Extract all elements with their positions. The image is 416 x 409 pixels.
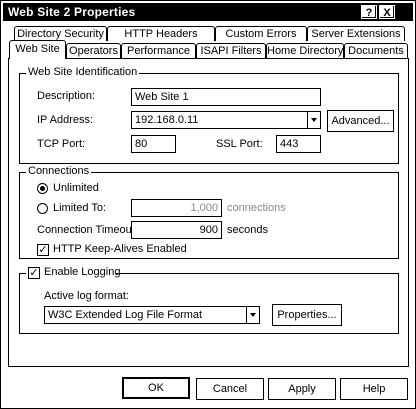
keepalive-label: HTTP Keep-Alives Enabled	[53, 243, 187, 255]
ssl-port-input[interactable]: 443	[276, 135, 321, 153]
ip-dropdown-arrow[interactable]	[307, 112, 320, 128]
close-title-button[interactable]: X	[379, 5, 395, 19]
identification-group: Web Site Identification Description: Web…	[19, 66, 399, 164]
cancel-button[interactable]: Cancel	[196, 378, 264, 400]
timeout-unit-label: seconds	[227, 224, 268, 236]
chevron-down-icon	[250, 313, 256, 317]
tab-web-site[interactable]: Web Site	[9, 40, 66, 59]
web-site-tab-page: Web Site Identification Description: Web…	[8, 58, 409, 367]
help-button[interactable]: Help	[340, 378, 408, 400]
ssl-port-label: SSL Port:	[216, 138, 263, 150]
advanced-button[interactable]: Advanced...	[327, 110, 394, 132]
tcp-port-label: TCP Port:	[37, 138, 86, 150]
ip-address-value: 192.168.0.11	[135, 114, 199, 126]
log-format-value: W3C Extended Log File Format	[48, 309, 203, 321]
description-label: Description:	[37, 90, 96, 102]
ip-address-label: IP Address:	[37, 114, 94, 126]
help-title-button[interactable]: ?	[361, 5, 377, 19]
enable-logging-header: ✓ Enable Logging	[26, 266, 120, 280]
tab-documents[interactable]: Documents	[344, 43, 408, 58]
properties-dialog: Web Site 2 Properties ? X Directory Secu…	[0, 0, 416, 409]
ok-button[interactable]: OK	[122, 377, 190, 399]
tcp-port-input[interactable]: 80	[131, 135, 176, 153]
tab-http-headers[interactable]: HTTP Headers	[107, 26, 215, 41]
enable-logging-checkbox[interactable]: ✓	[28, 267, 40, 279]
title-bar: Web Site 2 Properties ? X	[3, 3, 413, 21]
chevron-down-icon	[311, 118, 317, 122]
limited-radio[interactable]	[37, 203, 48, 214]
window-title: Web Site 2 Properties	[8, 5, 136, 19]
log-format-label: Active log format:	[44, 290, 129, 302]
connection-timeout-input[interactable]: 900	[131, 221, 222, 239]
tab-custom-errors[interactable]: Custom Errors	[215, 26, 307, 41]
unlimited-label: Unlimited	[53, 182, 99, 194]
tab-directory-security[interactable]: Directory Security	[14, 26, 107, 41]
limited-connections-input[interactable]: 1,000	[131, 199, 222, 217]
tab-home-directory[interactable]: Home Directory	[266, 43, 344, 58]
tab-isapi-filters[interactable]: ISAPI Filters	[196, 43, 266, 58]
keepalive-checkbox[interactable]: ✓	[37, 244, 49, 256]
logging-group: ✓ Enable Logging Active log format: W3C …	[19, 266, 399, 334]
enable-logging-label: Enable Logging	[44, 266, 121, 278]
tab-operators[interactable]: Operators	[66, 43, 121, 58]
log-format-dropdown-arrow[interactable]	[246, 307, 259, 323]
identification-group-title: Web Site Identification	[26, 66, 140, 78]
connections-group-title: Connections	[26, 165, 92, 177]
tab-server-extensions[interactable]: Server Extensions	[307, 26, 405, 41]
log-format-combo[interactable]: W3C Extended Log File Format	[44, 306, 260, 324]
connections-unit-label: connections	[227, 202, 286, 214]
limited-label: Limited To:	[53, 202, 106, 214]
description-input[interactable]: Web Site 1	[131, 88, 321, 106]
apply-button[interactable]: Apply	[268, 378, 336, 400]
tab-performance[interactable]: Performance	[121, 43, 196, 58]
unlimited-radio[interactable]	[37, 183, 48, 194]
connections-group: Connections Unlimited Limited To: 1,000 …	[19, 165, 399, 259]
ip-address-combo[interactable]: 192.168.0.11	[131, 111, 321, 129]
connection-timeout-label: Connection Timeout:	[37, 224, 138, 236]
log-properties-button[interactable]: Properties...	[272, 304, 342, 326]
